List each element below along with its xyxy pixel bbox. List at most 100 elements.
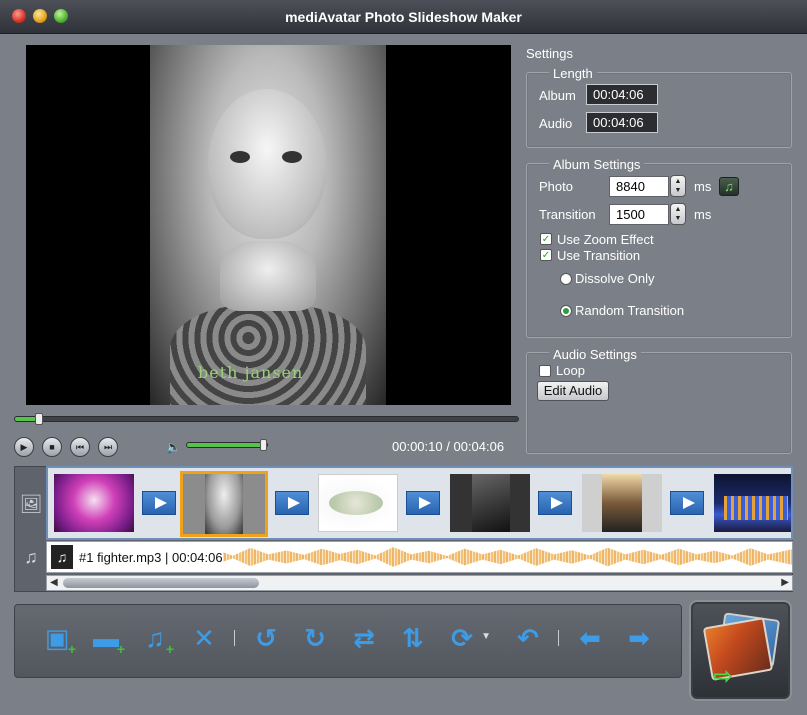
volume-fill xyxy=(187,443,263,447)
random-transition-radio[interactable] xyxy=(560,305,572,317)
convert-button[interactable]: ⇨ xyxy=(689,600,792,701)
transition-unit: ms xyxy=(694,207,712,222)
rotate-left-button[interactable]: ↺ xyxy=(249,621,283,655)
loop-label: Loop xyxy=(556,363,585,378)
volume-slider[interactable] xyxy=(186,439,268,451)
transition-duration-stepper[interactable]: ▲ ▼ xyxy=(670,203,686,225)
thumb-model-shape xyxy=(602,474,642,532)
refresh-icon: ⟳ xyxy=(451,622,473,653)
preview-photo: beth jansen xyxy=(150,45,386,405)
timecode: 00:00:10 / 00:04:06 xyxy=(392,439,504,454)
thumb-dark-shape xyxy=(472,474,510,532)
add-photo-icon: ▣ xyxy=(44,622,70,653)
transition-duration-field[interactable] xyxy=(609,204,669,225)
photo-thumb[interactable] xyxy=(714,474,791,532)
delete-icon: ✕ xyxy=(193,622,215,653)
swap-icon: ⇄ xyxy=(353,622,375,653)
edit-audio-button[interactable]: Edit Audio xyxy=(537,381,609,401)
transition-duration-label: Transition xyxy=(539,207,596,222)
add-folder-button[interactable]: ▬ + xyxy=(89,621,125,658)
zoom-effect-label: Use Zoom Effect xyxy=(557,232,654,247)
thumb-building-shape xyxy=(724,496,788,520)
add-folder-icon: ▬ xyxy=(93,622,119,653)
seek-thumb[interactable] xyxy=(35,413,44,425)
zoom-effect-checkbox[interactable]: ✓ xyxy=(540,233,552,245)
photo-track-icon: 🖼 xyxy=(19,493,43,514)
dissolve-only-radio[interactable] xyxy=(560,273,572,285)
rotate-left-icon: ↺ xyxy=(255,622,277,653)
photo-duration-field[interactable] xyxy=(609,176,669,197)
convert-arrow-icon: ⇨ xyxy=(713,663,734,690)
toolbar-separator xyxy=(558,630,559,646)
hands-shape xyxy=(220,241,316,311)
transition-arrow-icon[interactable] xyxy=(538,491,572,515)
transition-arrow-icon[interactable] xyxy=(406,491,440,515)
album-length-field[interactable] xyxy=(586,84,658,105)
transition-arrow-icon[interactable] xyxy=(275,491,309,515)
plus-icon: + xyxy=(116,641,125,657)
next-button[interactable]: ⏭ xyxy=(98,437,118,457)
move-right-button[interactable]: ➡ xyxy=(622,621,656,655)
next-icon: ⏭ xyxy=(103,441,113,452)
title-bar: mediAvatar Photo Slideshow Maker xyxy=(0,0,807,34)
add-photo-button[interactable]: ▣ + xyxy=(40,621,76,658)
loop-checkbox[interactable] xyxy=(539,365,551,377)
scroll-right-icon[interactable]: ▶ xyxy=(781,577,789,588)
play-button[interactable]: ▶ xyxy=(14,437,34,457)
play-icon: ▶ xyxy=(20,441,28,452)
audio-clip-label: #1 fighter.mp3 | 00:04:06 xyxy=(79,549,223,565)
previous-button[interactable]: ⏮ xyxy=(70,437,90,457)
photo-thumb-selected[interactable] xyxy=(180,471,268,537)
photo-thumb[interactable] xyxy=(318,474,398,532)
rotate-right-button[interactable]: ↻ xyxy=(298,621,332,655)
random-transition-label: Random Transition xyxy=(575,303,685,318)
face-shape xyxy=(208,89,326,239)
volume-thumb[interactable] xyxy=(260,439,267,451)
stop-button[interactable]: ■ xyxy=(42,437,62,457)
audio-length-field[interactable] xyxy=(586,112,658,133)
photo-thumb[interactable] xyxy=(582,474,662,532)
add-music-button[interactable]: ♫ + xyxy=(138,621,174,658)
tulips-shape xyxy=(329,491,383,515)
photo-thumb[interactable] xyxy=(54,474,134,532)
fit-to-music-button[interactable]: ♫ xyxy=(719,177,739,196)
timeline-scrollbar[interactable]: ◀ ▶ xyxy=(46,575,793,591)
seek-slider[interactable] xyxy=(14,413,519,425)
audio-length-label: Audio xyxy=(539,116,573,131)
total-time: 00:04:06 xyxy=(453,439,505,454)
use-transition-label: Use Transition xyxy=(557,248,641,263)
audio-settings-legend: Audio Settings xyxy=(549,347,641,362)
photo-duration-label: Photo xyxy=(539,179,573,194)
plus-icon: + xyxy=(165,641,174,657)
arrow-left-icon: ⬅ xyxy=(579,622,601,653)
checkmark-icon: ✓ xyxy=(541,249,551,261)
length-legend: Length xyxy=(549,66,597,81)
use-transition-checkbox[interactable]: ✓ xyxy=(540,249,552,261)
checkmark-icon: ✓ xyxy=(541,233,551,245)
scrollbar-thumb[interactable] xyxy=(63,578,259,588)
sort-button[interactable]: ⇅ xyxy=(396,621,430,655)
photo-duration-stepper[interactable]: ▲ ▼ xyxy=(670,175,686,197)
undo-button[interactable]: ↶ xyxy=(511,621,545,655)
audio-clip[interactable]: ♫ #1 fighter.mp3 | 00:04:06 xyxy=(51,545,223,569)
preview-pane: beth jansen xyxy=(26,45,511,405)
transition-arrow-icon[interactable] xyxy=(670,491,704,515)
move-left-button[interactable]: ⬅ xyxy=(573,621,607,655)
dress-shape xyxy=(170,305,366,405)
transition-arrow-icon[interactable] xyxy=(142,491,176,515)
photo-thumb[interactable] xyxy=(450,474,530,532)
undo-icon: ↶ xyxy=(517,622,539,653)
scroll-left-icon[interactable]: ◀ xyxy=(50,577,58,588)
photo-unit: ms xyxy=(694,179,712,194)
right-eye-shape xyxy=(282,151,302,163)
current-time: 00:00:10 xyxy=(392,439,443,454)
rotate-right-icon: ↻ xyxy=(304,622,326,653)
volume-icon: 🔈 xyxy=(166,440,181,454)
refresh-dropdown-button[interactable]: ⟳ ▼ xyxy=(445,621,491,655)
thumb-portrait-shape xyxy=(205,474,243,534)
stop-icon: ■ xyxy=(49,442,55,452)
swap-button[interactable]: ⇄ xyxy=(347,621,381,655)
delete-button[interactable]: ✕ xyxy=(187,621,221,655)
toolbar-separator xyxy=(234,630,235,646)
album-length-label: Album xyxy=(539,88,576,103)
